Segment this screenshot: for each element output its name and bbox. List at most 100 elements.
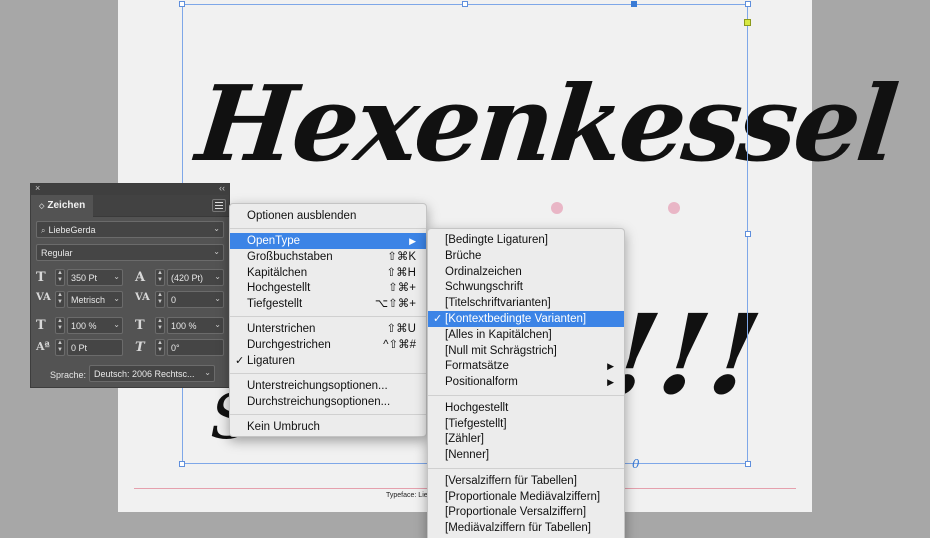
- menu-item-shortcut: ⇧⌘H: [386, 267, 416, 279]
- tracking-field[interactable]: 0 ⌄: [167, 291, 224, 308]
- chevron-down-icon[interactable]: ⌄: [214, 294, 221, 303]
- menu-item-discretionary-ligatures[interactable]: [Bedingte Ligaturen]: [428, 232, 624, 248]
- font-size-value: 350 Pt: [71, 273, 98, 283]
- menu-item-no-break[interactable]: Kein Umbruch: [230, 419, 426, 435]
- menu-item-label: [Titelschriftvarianten]: [445, 297, 551, 309]
- menu-item-numerator[interactable]: [Zähler]: [428, 431, 624, 447]
- menu-item-positional-forms[interactable]: Positionalform ▶: [428, 374, 624, 390]
- panel-title-bar[interactable]: × ‹‹: [31, 183, 229, 195]
- font-size-stepper[interactable]: ▲ ▼: [55, 269, 65, 286]
- menu-item-strikethrough-options[interactable]: Durchstreichungsoptionen...: [230, 394, 426, 410]
- chevron-down-icon[interactable]: ⌄: [113, 320, 120, 329]
- leading-stepper[interactable]: ▲ ▼: [155, 269, 165, 286]
- menu-item-label: [Versalziffern für Tabellen]: [445, 475, 577, 487]
- leading-field[interactable]: (420 Pt) ⌄: [167, 269, 224, 286]
- font-size-field[interactable]: 350 Pt ⌄: [67, 269, 123, 286]
- tracking-icon: VA: [135, 292, 150, 303]
- menu-item-label: Formatsätze: [445, 360, 509, 372]
- vertical-scale-value: 100 %: [71, 321, 97, 331]
- menu-item-tabular-lining[interactable]: [Versalziffern für Tabellen]: [428, 473, 624, 489]
- submenu-arrow-icon: ▶: [409, 236, 416, 246]
- menu-item-ot-subscript[interactable]: [Tiefgestellt]: [428, 416, 624, 432]
- menu-item-proportional-lining[interactable]: [Proportionale Versalziffern]: [428, 504, 624, 520]
- menu-item-label: Positionalform: [445, 376, 518, 388]
- kerning-value: Metrisch: [71, 295, 106, 305]
- language-label: Sprache:: [50, 370, 87, 380]
- baseline-shift-stepper[interactable]: ▲ ▼: [55, 339, 65, 356]
- frame-handle-top-center[interactable]: [462, 1, 468, 7]
- menu-item-all-caps[interactable]: Großbuchstaben ⇧⌘K: [230, 249, 426, 265]
- close-icon[interactable]: ×: [35, 183, 40, 193]
- menu-item-label: Unterstrichen: [247, 323, 316, 335]
- chevron-down-icon[interactable]: ⌄: [214, 320, 221, 329]
- kerning-stepper[interactable]: ▲ ▼: [55, 291, 65, 308]
- menu-item-label: Brüche: [445, 250, 482, 262]
- font-style-select[interactable]: Regular ⌄: [36, 244, 224, 261]
- vertical-scale-field[interactable]: 100 % ⌄: [67, 317, 123, 334]
- menu-item-slashed-zero[interactable]: [Null mit Schrägstrich]: [428, 343, 624, 359]
- frame-handle-top-left[interactable]: [179, 1, 185, 7]
- menu-item-subscript[interactable]: Tiefgestellt ⌥⇧⌘+: [230, 296, 426, 312]
- frame-handle-middle-right[interactable]: [745, 231, 751, 237]
- menu-item-label: Unterstreichungsoptionen...: [247, 380, 388, 392]
- menu-item-shortcut: ⇧⌘K: [387, 251, 416, 263]
- typeface-caption: Typeface: Lieb: [386, 492, 432, 499]
- vertical-scale-stepper[interactable]: ▲ ▼: [55, 317, 65, 334]
- frame-handle-top-right[interactable]: [745, 1, 751, 7]
- menu-item-ordinals[interactable]: Ordinalzeichen: [428, 264, 624, 280]
- tab-label: Zeichen: [47, 200, 86, 211]
- menu-item-underline-options[interactable]: Unterstreichungsoptionen...: [230, 378, 426, 394]
- skew-stepper[interactable]: ▲ ▼: [155, 339, 165, 356]
- chevron-down-icon[interactable]: ⌄: [113, 294, 120, 303]
- menu-item-opentype[interactable]: OpenType ▶: [230, 233, 426, 249]
- baseline-shift-field[interactable]: 0 Pt: [67, 339, 123, 356]
- menu-item-strikethrough[interactable]: Durchgestrichen ^⇧⌘#: [230, 337, 426, 353]
- menu-item-label: [Bedingte Ligaturen]: [445, 234, 548, 246]
- horizontal-scale-field[interactable]: 100 % ⌄: [167, 317, 224, 334]
- opentype-submenu: [Bedingte Ligaturen] Brüche Ordinalzeich…: [427, 228, 625, 538]
- skew-icon: T: [135, 340, 145, 355]
- chevron-down-icon[interactable]: ⌄: [214, 272, 221, 281]
- menu-item-ligatures[interactable]: ✓ Ligaturen: [230, 353, 426, 369]
- expand-chevron-icon[interactable]: ◇: [39, 203, 44, 210]
- menu-item-hide-options[interactable]: Optionen ausblenden: [230, 208, 426, 224]
- menu-separator: [230, 373, 426, 374]
- menu-item-swash[interactable]: Schwungschrift: [428, 279, 624, 295]
- font-family-select[interactable]: ⌕ LiebeGerda ⌄: [36, 221, 224, 238]
- menu-item-titling-alternates[interactable]: [Titelschriftvarianten]: [428, 295, 624, 311]
- menu-item-proportional-oldstyle[interactable]: [Proportionale Mediävalziffern]: [428, 489, 624, 505]
- menu-item-label: [Alles in Kapitälchen]: [445, 329, 552, 341]
- frame-handle-bottom-left[interactable]: [179, 461, 185, 467]
- tab-zeichen[interactable]: ◇ Zeichen: [31, 195, 93, 217]
- horizontal-scale-stepper[interactable]: ▲ ▼: [155, 317, 165, 334]
- menu-item-stylistic-sets[interactable]: Formatsätze ▶: [428, 358, 624, 374]
- panel-menu-button[interactable]: [212, 199, 226, 212]
- menu-item-all-small-caps[interactable]: [Alles in Kapitälchen]: [428, 327, 624, 343]
- frame-fitting-handle[interactable]: [744, 19, 751, 26]
- tracking-stepper[interactable]: ▲ ▼: [155, 291, 165, 308]
- menu-item-underline[interactable]: Unterstrichen ⇧⌘U: [230, 321, 426, 337]
- leading-icon: A: [135, 270, 146, 285]
- menu-item-label: Optionen ausblenden: [247, 210, 357, 222]
- menu-item-denominator[interactable]: [Nenner]: [428, 447, 624, 463]
- menu-item-small-caps[interactable]: Kapitälchen ⇧⌘H: [230, 265, 426, 281]
- menu-item-fractions[interactable]: Brüche: [428, 248, 624, 264]
- menu-item-label: Tiefgestellt: [247, 298, 303, 310]
- frame-out-port-marker[interactable]: 0: [632, 457, 640, 471]
- language-value: Deutsch: 2006 Rechtsc...: [94, 369, 195, 379]
- language-select[interactable]: Deutsch: 2006 Rechtsc... ⌄: [89, 365, 215, 382]
- kerning-field[interactable]: Metrisch ⌄: [67, 291, 123, 308]
- chevron-down-icon[interactable]: ⌄: [113, 272, 120, 281]
- skew-field[interactable]: 0°: [167, 339, 224, 356]
- menu-item-ot-superscript[interactable]: Hochgestellt: [428, 400, 624, 416]
- menu-item-contextual-alternates[interactable]: ✓ [Kontextbedingte Varianten]: [428, 311, 624, 327]
- menu-item-label: [Zähler]: [445, 433, 484, 445]
- menu-item-label: [Proportionale Versalziffern]: [445, 506, 587, 518]
- menu-item-tabular-oldstyle[interactable]: [Mediävalziffern für Tabellen]: [428, 520, 624, 536]
- frame-handle-bottom-right[interactable]: [745, 461, 751, 467]
- font-style-value: Regular: [41, 248, 73, 258]
- frame-in-port[interactable]: [631, 1, 637, 7]
- menu-item-superscript[interactable]: Hochgestellt ⇧⌘+: [230, 280, 426, 296]
- collapse-icon[interactable]: ‹‹: [219, 183, 225, 193]
- menu-item-shortcut: ⌥⇧⌘+: [374, 298, 416, 310]
